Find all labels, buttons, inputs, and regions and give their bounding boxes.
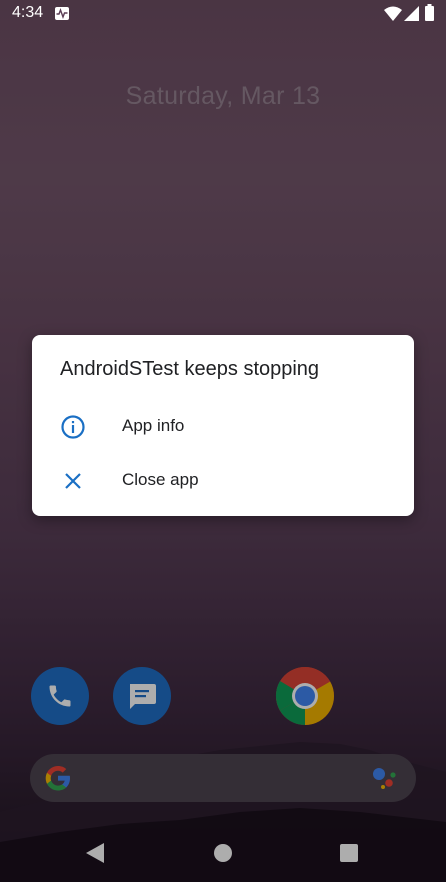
activity-icon <box>55 7 69 20</box>
app-info-option[interactable]: App info <box>32 401 414 451</box>
wifi-icon <box>384 6 402 21</box>
info-icon <box>61 415 85 439</box>
status-time: 4:34 <box>12 4 44 21</box>
home-screen: 4:34 Saturday, Mar 13 AndroidSTest keeps… <box>0 0 446 882</box>
signal-icon <box>404 6 419 21</box>
dialog-title: AndroidSTest keeps stopping <box>60 358 320 380</box>
battery-icon <box>425 4 434 21</box>
status-bar: 4:34 <box>0 0 446 28</box>
app-crash-dialog: AndroidSTest keeps stopping App info Clo… <box>32 335 414 516</box>
app-info-label: App info <box>122 416 185 435</box>
close-app-option[interactable]: Close app <box>32 455 414 505</box>
close-app-label: Close app <box>122 470 199 489</box>
close-icon <box>65 473 81 489</box>
